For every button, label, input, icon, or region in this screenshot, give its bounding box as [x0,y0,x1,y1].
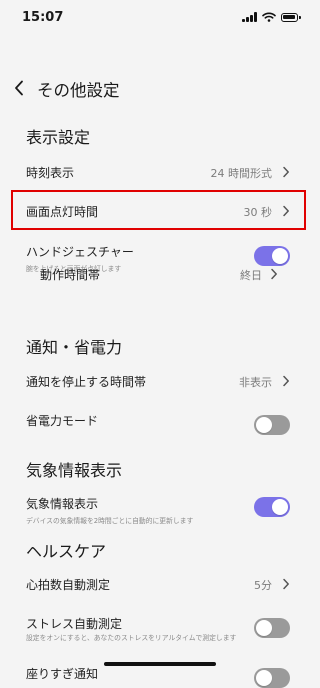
back-chevron-icon[interactable] [8,76,30,100]
power-saving-row: 省電力モード [14,410,302,440]
quiet-hours-label: 通知を停止する時間帯 [26,375,147,389]
home-indicator [104,662,216,666]
page-title: その他設定 [37,81,120,100]
heart-rate-label: 心拍数自動測定 [26,578,111,592]
quiet-hours-row[interactable]: 通知を停止する時間帯 非表示 [14,366,302,396]
section-title-health: ヘルスケア [26,542,107,561]
cellular-signal-icon [242,12,257,22]
stress-row: ストレス自動測定 設定をオンにすると、あなたのストレスをリアルタイムで測定します [14,612,302,652]
status-bar: 15:07 [0,0,316,36]
heart-rate-value: 5分 [254,579,272,592]
heart-rate-row[interactable]: 心拍数自動測定 5分 [14,570,302,600]
highlight-box [11,190,306,230]
sedentary-toggle[interactable] [254,668,290,688]
time-format-row[interactable]: 時刻表示 24 時間形式 [14,155,302,189]
chevron-right-icon [283,166,289,178]
quiet-hours-value: 非表示 [239,376,272,389]
battery-icon [281,12,301,22]
stress-toggle[interactable] [254,618,290,638]
weather-display-row: 気象情報表示 デバイスの気象情報を2時間ごとに自動的に更新します [14,492,302,528]
active-hours-label: 動作時間帯 [40,268,101,282]
weather-display-toggle[interactable] [254,497,290,517]
active-hours-value: 終日 [240,269,262,282]
hand-gesture-label: ハンドジェスチャー [26,245,134,259]
section-title-weather: 気象情報表示 [26,461,123,480]
chevron-right-icon [283,375,289,387]
status-time: 15:07 [22,10,64,25]
stress-label: ストレス自動測定 [26,617,123,631]
wifi-icon [262,12,276,22]
sedentary-label: 座りすぎ通知 [26,667,99,681]
chevron-right-icon [283,578,289,590]
active-hours-row[interactable]: 動作時間帯 終日 [28,260,288,288]
weather-display-label: 気象情報表示 [26,497,99,511]
header: その他設定 [0,74,316,102]
stress-description: 設定をオンにすると、あなたのストレスをリアルタイムで測定します [26,634,237,642]
time-format-label: 時刻表示 [26,166,75,180]
section-title-display: 表示設定 [26,128,91,147]
weather-display-description: デバイスの気象情報を2時間ごとに自動的に更新します [26,517,194,525]
chevron-right-icon [271,268,277,280]
power-saving-label: 省電力モード [26,414,99,428]
power-saving-toggle[interactable] [254,415,290,435]
section-title-notification: 通知・省電力 [26,338,123,357]
time-format-value: 24 時間形式 [210,167,273,180]
status-icons [242,12,301,22]
